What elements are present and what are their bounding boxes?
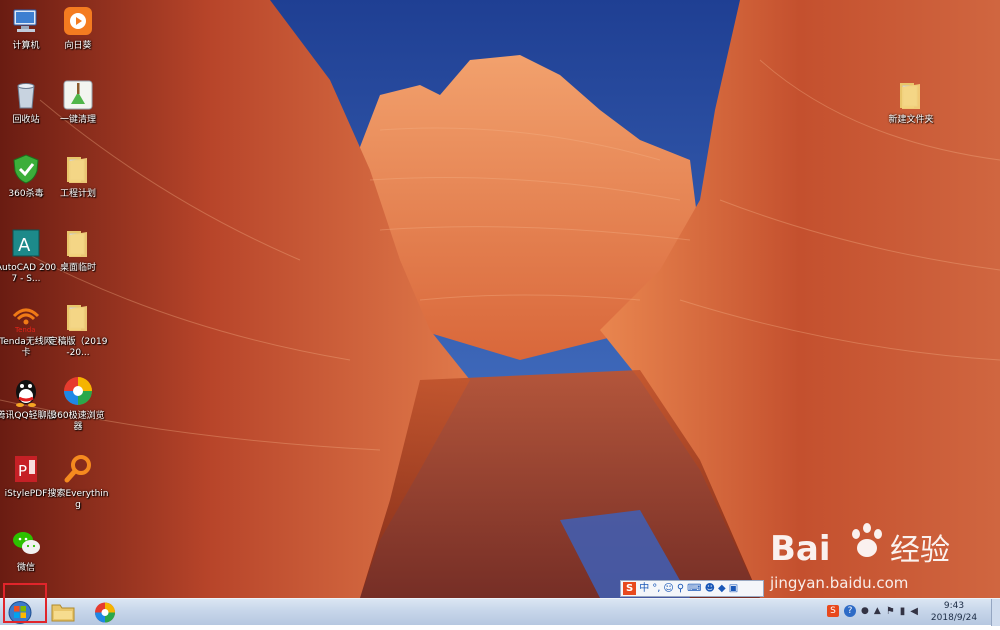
desktop-icon-final-version[interactable]: 定稿版（2019-20... bbox=[47, 300, 109, 359]
desktop-icon-everything[interactable]: 搜索Everything bbox=[47, 452, 109, 511]
clock-date: 2018/9/24 bbox=[930, 613, 978, 623]
taskbar-360-browser[interactable] bbox=[87, 600, 123, 625]
tray-dot-icon[interactable]: ● bbox=[861, 606, 869, 616]
show-desktop-button[interactable] bbox=[991, 599, 1000, 626]
desktop-icon-project-plan[interactable]: 工程计划 bbox=[47, 152, 109, 200]
keyboard-icon[interactable]: ⌨ bbox=[687, 582, 701, 595]
broom-icon bbox=[63, 80, 93, 110]
watermark-brand: Bai bbox=[770, 529, 831, 569]
folder-icon bbox=[67, 231, 87, 257]
pdf-icon: P bbox=[15, 456, 37, 482]
taskbar-file-explorer[interactable] bbox=[45, 600, 81, 625]
start-button-highlight-box bbox=[3, 583, 47, 623]
watermark-url: jingyan.baidu.com bbox=[770, 574, 909, 592]
ime-toolbar[interactable]: S 中 °, ☺ ⚲ ⌨ ☻ ◆ ▣ bbox=[620, 580, 764, 597]
tenda-wifi-icon: Tenda bbox=[12, 308, 40, 334]
desktop-icon-360-browser[interactable]: 360极速浏览器 bbox=[47, 374, 109, 433]
taskbar: S ? ● ▲ ⚑ ▮ ◀ 9:43 2018/9/24 bbox=[0, 598, 1000, 626]
ime-logo[interactable]: S bbox=[623, 582, 637, 595]
browser-icon bbox=[95, 602, 115, 623]
sogou-tray-icon[interactable]: S bbox=[827, 605, 840, 617]
network-signal-icon[interactable]: ▮ bbox=[900, 606, 906, 617]
action-center-flag-icon[interactable]: ⚑ bbox=[886, 606, 895, 617]
ime-punctuation[interactable]: °, bbox=[652, 582, 660, 595]
desktop-icon-wechat[interactable]: 微信 bbox=[0, 526, 57, 574]
wechat-icon bbox=[13, 532, 40, 554]
baidu-jingyan-watermark: Bai 经验 jingyan.baidu.com bbox=[770, 518, 995, 598]
help-icon[interactable]: ? bbox=[844, 605, 857, 617]
autocad-icon: A bbox=[12, 229, 40, 257]
volume-icon[interactable]: ◀ bbox=[910, 606, 918, 617]
toolbox-icon[interactable]: ▣ bbox=[729, 582, 738, 595]
microphone-icon[interactable]: ⚲ bbox=[677, 582, 684, 595]
watermark-brand2: 经验 bbox=[890, 533, 950, 568]
desktop-icon-desktop-temp[interactable]: 桌面临时 bbox=[47, 226, 109, 274]
desktop-wallpaper bbox=[0, 0, 1000, 598]
show-hidden-icons-chevron-up-icon[interactable]: ▲ bbox=[874, 606, 881, 616]
browser-icon bbox=[64, 377, 92, 405]
folder-icon bbox=[67, 157, 87, 183]
folder-icon bbox=[51, 604, 75, 622]
computer-icon bbox=[13, 9, 37, 32]
ime-mode[interactable]: 中 bbox=[639, 582, 649, 595]
desktop-icon-sunflower[interactable]: 向日葵 bbox=[47, 4, 109, 52]
wallpaper-image bbox=[0, 0, 1000, 598]
system-tray-icons: S ? ● ▲ ⚑ ▮ ◀ bbox=[827, 605, 918, 617]
folder-icon bbox=[900, 83, 920, 109]
baidu-paw-logo: Bai 经验 bbox=[770, 523, 950, 569]
clock-time: 9:43 bbox=[943, 601, 965, 611]
user-icon[interactable]: ☻ bbox=[705, 582, 715, 595]
sunflower-icon bbox=[64, 7, 92, 35]
recycle-bin-icon bbox=[17, 83, 35, 109]
qq-penguin-icon bbox=[16, 380, 36, 407]
shirt-icon[interactable]: ◆ bbox=[718, 582, 726, 595]
svg-text:P: P bbox=[18, 462, 27, 480]
desktop-icon-one-click-clean[interactable]: 一键清理 bbox=[47, 78, 109, 126]
svg-text:Tenda: Tenda bbox=[14, 326, 36, 334]
shield-icon bbox=[13, 154, 39, 184]
magnifier-icon bbox=[64, 455, 91, 483]
folder-icon bbox=[67, 305, 87, 331]
emoji-icon[interactable]: ☺ bbox=[663, 582, 673, 595]
svg-text:A: A bbox=[18, 235, 31, 256]
desktop-icon-new-folder[interactable]: 新建文件夹 bbox=[880, 78, 942, 126]
clock[interactable]: 9:43 2018/9/24 bbox=[924, 600, 984, 624]
